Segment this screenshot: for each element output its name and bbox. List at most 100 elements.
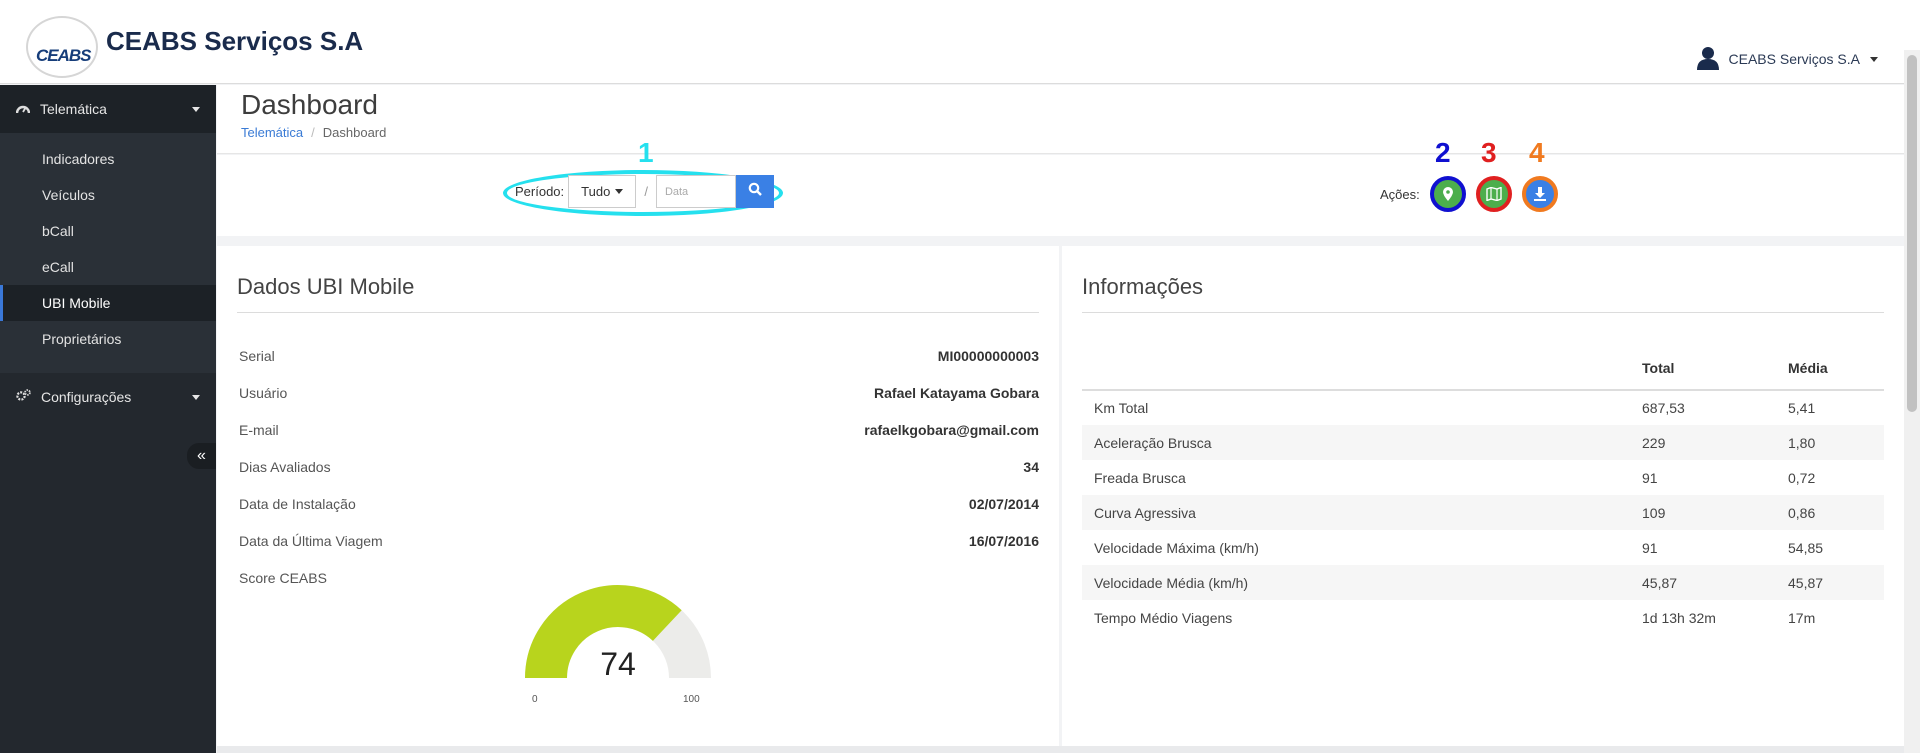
table-cell-media: 17m [1788, 609, 1816, 626]
info-value: 34 [1023, 459, 1039, 475]
table-cell-total: 91 [1642, 469, 1658, 486]
annotation-label-3: 3 [1481, 137, 1497, 168]
breadcrumb-separator: / [311, 125, 315, 140]
download-icon [1533, 187, 1547, 201]
ceabs-logo[interactable]: CEABS [26, 16, 98, 78]
table-cell-total: 45,87 [1642, 565, 1788, 600]
sidebar-section-configuracoes[interactable]: Configurações [0, 373, 216, 421]
period-filter: Período: Tudo / [515, 175, 774, 208]
chevron-down-icon [192, 394, 200, 400]
actions-label: Ações: [1380, 186, 1420, 202]
map-marker-button[interactable] [1429, 176, 1466, 212]
sidebar-section-label: Configurações [41, 389, 132, 405]
sidebar-item-veiculos[interactable]: Veículos [0, 177, 216, 213]
user-menu-label: CEABS Serviços S.A [1728, 51, 1861, 67]
chevron-down-icon [192, 106, 200, 112]
date-separator: / [644, 184, 648, 199]
download-button[interactable] [1521, 176, 1558, 212]
table-row: Km Total 687,53 5,41 [1082, 390, 1884, 425]
info-row: Serial MI00000000003 [239, 344, 1039, 368]
logo-text: CEABS [36, 46, 92, 65]
table-cell-media: 5,41 [1788, 400, 1816, 416]
table-cell-total: 91 [1642, 539, 1658, 556]
scrollbar-thumb[interactable] [1907, 55, 1917, 412]
breadcrumb-link-telematica[interactable]: Telemática [241, 125, 303, 140]
table-row: Curva Agressiva 109 0,86 [1082, 495, 1884, 530]
annotation-label-4: 4 [1529, 137, 1545, 168]
info-label: Dias Avaliados [239, 459, 331, 475]
period-dropdown-value: Tudo [581, 184, 611, 199]
info-row: Data da Última Viagem 16/07/2016 [239, 529, 1039, 553]
date-input[interactable] [655, 175, 736, 208]
column-header-media: Média [1788, 346, 1884, 391]
info-value: 02/07/2014 [968, 496, 1039, 512]
informacoes-panel: Informações Total Média Km Total 687,53 … [1062, 246, 1904, 746]
top-bar: CEABS CEABS Serviços S.A CEABS Serviços … [0, 0, 1920, 84]
info-label: Serial [239, 348, 275, 364]
map-icon [1486, 187, 1502, 201]
page-scrollbar[interactable] [1904, 50, 1920, 753]
column-header [1082, 346, 1642, 391]
info-value: MI00000000003 [937, 348, 1039, 364]
info-row: E-mail rafaelkgobara@gmail.com [239, 418, 1039, 442]
table-cell-media: 45,87 [1788, 565, 1884, 600]
info-label: E-mail [239, 422, 279, 438]
sidebar-item-ecall[interactable]: eCall [0, 249, 216, 285]
footer-strip [217, 746, 1904, 753]
table-cell-total: 229 [1642, 425, 1788, 460]
chevron-down-icon [615, 189, 624, 194]
table-cell-label: Velocidade Máxima (km/h) [1094, 539, 1259, 556]
table-cell-total: 1d 13h 32m [1642, 609, 1716, 626]
sidebar-item-proprietarios[interactable]: Proprietários [0, 321, 216, 357]
info-row: Usuário Rafael Katayama Gobara [239, 381, 1039, 405]
dashboard-icon [15, 101, 31, 117]
column-header-total: Total [1642, 346, 1788, 391]
breadcrumb: Telemática / Dashboard [241, 125, 386, 140]
sidebar-section-telematica[interactable]: Telemática [0, 85, 216, 133]
stats-table: Total Média Km Total 687,53 5,41 Acelera… [1082, 346, 1884, 635]
table-row: Aceleração Brusca 229 1,80 [1082, 425, 1884, 460]
table-row: Velocidade Média (km/h) 45,87 45,87 [1082, 565, 1884, 600]
info-label: Usuário [239, 385, 288, 401]
table-header-row: Total Média [1082, 346, 1884, 391]
sidebar-item-indicadores[interactable]: Indicadores [0, 141, 216, 177]
sidebar-item-bcall[interactable]: bCall [0, 213, 216, 249]
info-label: Data da Última Viagem [239, 533, 383, 549]
double-chevron-left-icon: « [197, 447, 206, 464]
gauge-min-label: 0 [532, 694, 538, 705]
sidebar-item-ubi-mobile[interactable]: UBI Mobile [0, 285, 216, 321]
table-cell-total: 109 [1642, 495, 1788, 530]
info-label: Data de Instalação [239, 496, 356, 512]
annotation-label-2: 2 [1435, 137, 1451, 168]
info-value: 16/07/2016 [968, 533, 1039, 549]
score-gauge: 74 0 100 [513, 576, 733, 726]
search-button[interactable] [735, 175, 774, 208]
panel-title: Informações [1082, 274, 1204, 299]
table-cell-media: 0,86 [1788, 495, 1884, 530]
map-view-button[interactable] [1475, 176, 1512, 212]
period-dropdown[interactable]: Tudo [568, 175, 637, 208]
table-cell-label: Freada Brusca [1094, 469, 1186, 486]
sidebar-spacer [0, 357, 216, 373]
info-value: rafaelkgobara@gmail.com [864, 422, 1039, 438]
table-cell-label: Tempo Médio Viagens [1094, 609, 1233, 626]
table-row: Freada Brusca 91 0,72 [1082, 460, 1884, 495]
user-menu[interactable]: CEABS Serviços S.A [1696, 44, 1878, 74]
table-cell-label: Km Total [1094, 400, 1149, 416]
divider [237, 312, 1039, 313]
gauge-value: 74 [600, 646, 636, 682]
map-marker-icon [1442, 187, 1453, 201]
gauge-max-label: 100 [683, 694, 700, 705]
info-label: Score CEABS [239, 570, 327, 586]
sidebar-collapse-button[interactable]: « [187, 443, 216, 469]
sidebar-spacer [0, 133, 216, 141]
divider [1082, 312, 1884, 313]
page-header: Dashboard Telemática / Dashboard [217, 85, 1904, 154]
brand-name[interactable]: CEABS Serviços S.A [106, 26, 363, 57]
page-title: Dashboard [241, 89, 378, 120]
info-row: Data de Instalação 02/07/2014 [239, 492, 1039, 516]
dados-ubi-panel: Dados UBI Mobile Serial MI00000000003 Us… [217, 246, 1059, 746]
info-row: Dias Avaliados 34 [239, 455, 1039, 479]
sidebar: Telemática Indicadores Veículos bCall eC… [0, 85, 216, 753]
search-icon [748, 182, 762, 201]
